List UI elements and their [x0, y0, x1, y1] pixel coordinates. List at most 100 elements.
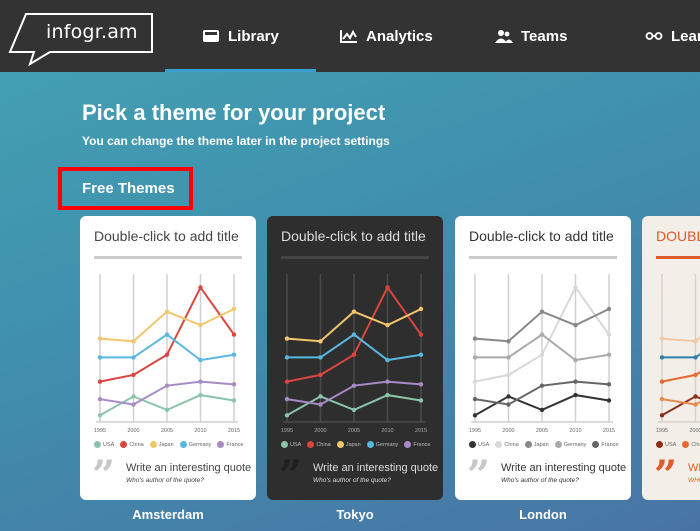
nav-learn[interactable]: Learn — [645, 0, 700, 72]
chart-legend: USA China Japan Germany France — [281, 441, 430, 448]
legend-label: USA — [665, 441, 677, 448]
legend-swatch — [307, 441, 315, 448]
data-point — [418, 398, 424, 403]
data-point — [351, 332, 357, 337]
data-point — [606, 352, 612, 357]
section-free-themes[interactable]: Free Themes — [82, 180, 175, 197]
legend-item: France — [404, 441, 430, 448]
card-title-placeholder: DOUBLE-CLICK TO ADD TITLE — [656, 228, 700, 244]
data-point — [573, 357, 578, 363]
data-point — [539, 352, 545, 357]
data-point — [573, 379, 578, 384]
theme-card-london[interactable]: Double-click to add title 1995 2000 2005 201… — [455, 216, 631, 500]
data-point — [418, 352, 424, 357]
quote-icon: ” — [467, 452, 491, 499]
legend-item: France — [217, 441, 243, 448]
legend-label: USA — [290, 441, 302, 448]
data-point — [318, 402, 323, 407]
data-point — [506, 372, 511, 378]
legend-item: France — [592, 441, 618, 448]
x-tick-label: 2005 — [348, 428, 360, 434]
quote-icon: ” — [654, 452, 678, 499]
data-point — [472, 413, 478, 418]
data-point — [506, 355, 511, 360]
data-point — [198, 392, 203, 398]
data-point — [97, 336, 103, 341]
theme-card-partial[interactable]: DOUBLE-CLICK TO ADD TITLE199520002005201… — [642, 216, 700, 500]
legend-label: France — [413, 441, 431, 448]
legend-item: China — [495, 441, 519, 448]
data-point — [472, 355, 478, 360]
legend-swatch — [149, 441, 157, 448]
nav-teams[interactable]: Teams — [495, 0, 567, 72]
quote-author-placeholder: Who's author of the quote? — [126, 477, 204, 484]
top-navigation-bar: infogr.am Library Analytics Teams Learn — [0, 0, 700, 72]
legend-item: China — [682, 441, 700, 448]
quote-icon: ” — [92, 452, 116, 499]
legend-label: China — [129, 441, 144, 448]
legend-label: France — [226, 441, 244, 448]
card-title-placeholder: Double-click to add title — [94, 228, 239, 244]
data-point — [385, 285, 390, 290]
nav-library[interactable]: Library — [165, 0, 316, 72]
quote-placeholder: Write an interesting quote — [501, 462, 627, 474]
quote-author-placeholder: WHO'S AUTHOR OF THE QUOTE? — [688, 477, 700, 484]
nav-learn-label: Learn — [671, 27, 700, 45]
theme-name-label[interactable]: London — [455, 507, 631, 522]
legend-swatch — [336, 441, 344, 448]
legend-item: USA — [94, 441, 114, 448]
x-tick-label: 2005 — [161, 428, 173, 434]
infogram-logo[interactable]: infogr.am — [8, 12, 154, 66]
data-point — [539, 407, 545, 413]
title-underline — [281, 256, 429, 259]
quote-author-placeholder: Who's author of the quote? — [313, 477, 391, 484]
page-title: Pick a theme for your project — [82, 100, 386, 125]
legend-item: USA — [656, 441, 676, 448]
legend-item: Japan — [524, 441, 549, 448]
data-point — [385, 392, 390, 398]
legend-label: Germany — [563, 441, 587, 448]
data-point — [506, 402, 511, 407]
nav-analytics[interactable]: Analytics — [340, 0, 433, 72]
data-point — [131, 339, 136, 344]
data-point — [418, 332, 424, 337]
quote-placeholder: Write an interesting quote — [126, 462, 252, 474]
x-tick-label: 2015 — [603, 428, 615, 434]
users-icon — [495, 30, 513, 43]
glasses-icon — [645, 32, 663, 40]
data-point — [97, 355, 103, 360]
legend-label: China — [691, 441, 700, 448]
x-tick-label: 2010 — [569, 428, 581, 434]
nav-analytics-label: Analytics — [366, 27, 433, 45]
theme-name-label[interactable]: Amsterdam — [80, 507, 256, 522]
data-point — [606, 332, 612, 337]
legend-swatch — [120, 441, 128, 448]
data-point — [693, 339, 698, 344]
title-underline — [94, 256, 242, 259]
chart-legend: USA China Japan Germany France — [94, 441, 243, 448]
data-point — [659, 336, 665, 341]
data-point — [351, 309, 357, 314]
x-tick-label: 1995 — [469, 428, 481, 434]
theme-name-label[interactable]: Tokyo — [267, 507, 443, 522]
card-title-placeholder: Double-click to add title — [281, 228, 426, 244]
data-point — [318, 355, 323, 360]
data-point — [97, 413, 103, 418]
legend-swatch — [656, 441, 663, 448]
data-point — [284, 413, 290, 418]
data-point — [693, 402, 698, 407]
theme-card-amsterdam[interactable]: Double-click to add title 1995 2000 2005 201… — [80, 216, 256, 500]
theme-card-tokyo[interactable]: Double-click to add title 1995 2000 2005 201… — [267, 216, 443, 500]
series-line-japan — [661, 335, 700, 343]
data-point — [693, 372, 698, 378]
logo-text: infogr.am — [46, 21, 138, 43]
data-point — [659, 379, 665, 384]
legend-swatch — [217, 441, 225, 448]
legend-swatch — [592, 441, 600, 448]
legend-label: France — [601, 441, 619, 448]
data-point — [198, 285, 203, 290]
title-underline — [469, 256, 617, 259]
x-tick-label: 1995 — [281, 428, 293, 434]
data-point — [164, 407, 170, 413]
data-point — [606, 398, 612, 403]
